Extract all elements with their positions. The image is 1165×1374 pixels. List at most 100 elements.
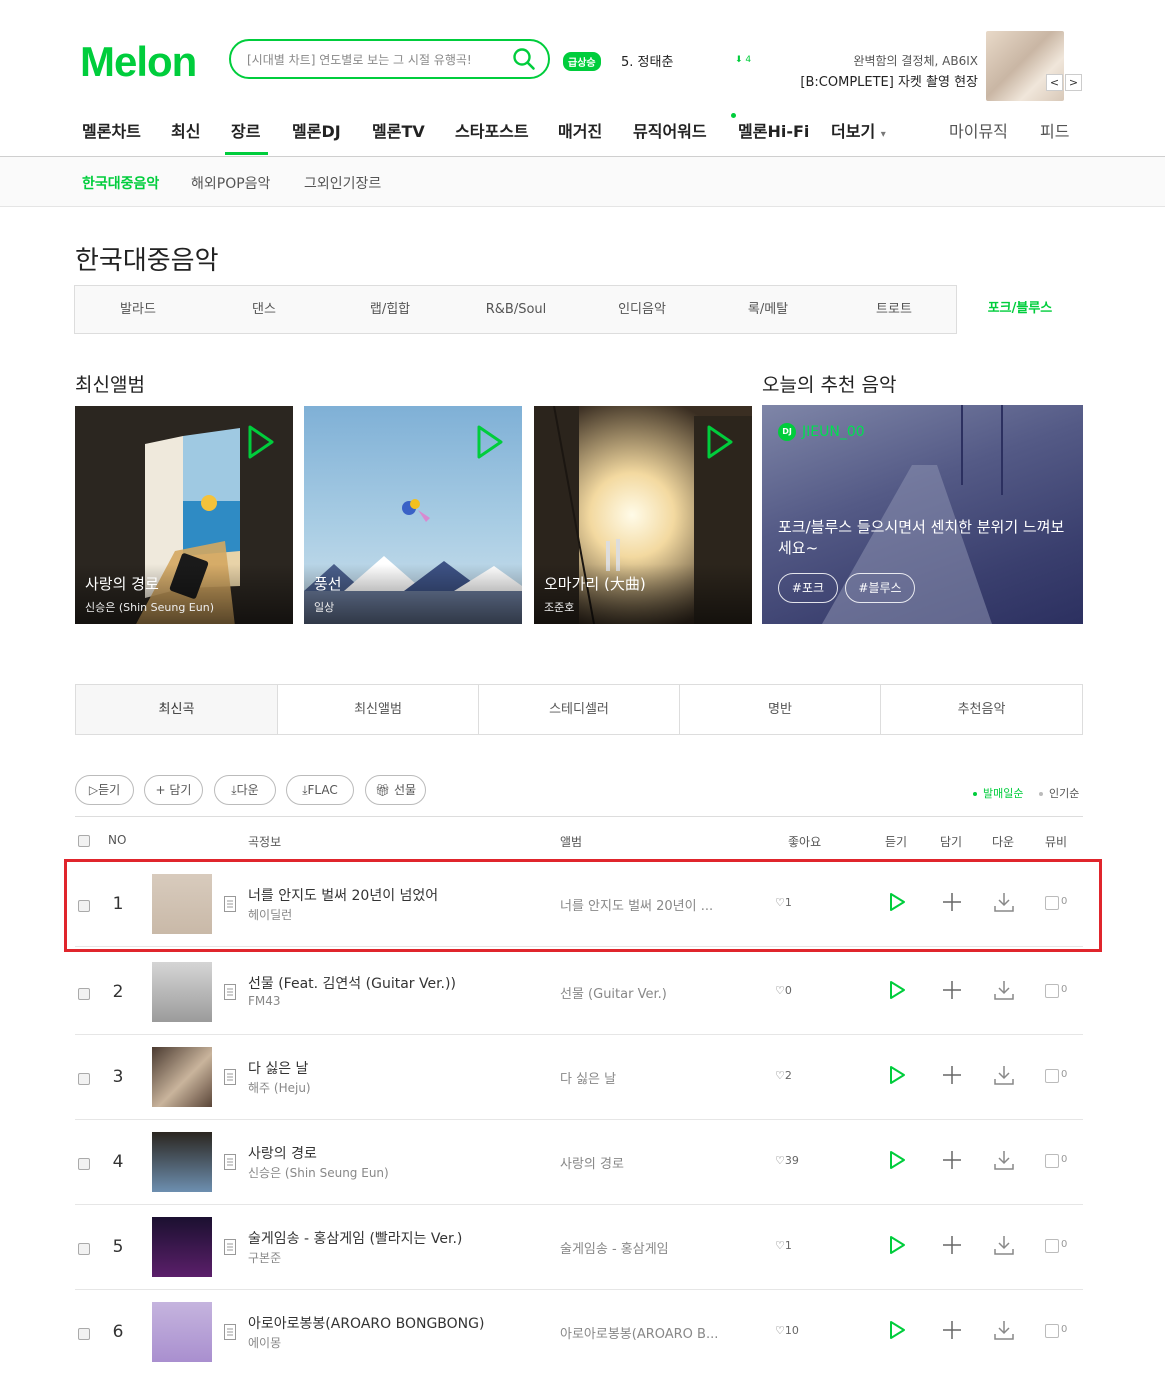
row-checkbox[interactable] [78,1243,90,1255]
album-title[interactable]: 오마가리 (大曲) [544,573,646,594]
like-button[interactable]: ♡10 [775,1324,799,1337]
tab-recommended[interactable]: 추천음악 [880,685,1082,734]
song-info-icon[interactable] [224,984,236,1000]
song-info-icon[interactable] [224,1069,236,1085]
download-icon[interactable] [993,1064,1015,1086]
nav-more[interactable]: 더보기 ▾ [831,118,886,142]
like-button[interactable]: ♡39 [775,1154,799,1167]
plus-icon[interactable] [941,979,963,1001]
row-checkbox[interactable] [78,988,90,1000]
like-button[interactable]: ♡0 [775,984,792,997]
song-album[interactable]: 선물 (Guitar Ver.) [560,983,667,1002]
nav-melon-hifi[interactable]: 멜론Hi-Fi [738,118,809,142]
tab-indie[interactable]: 인디음악 [579,286,705,333]
song-info-icon[interactable] [224,1324,236,1340]
recommend-text[interactable]: 포크/블루스 들으시면서 센치한 분위기 느껴보세요~ [778,517,1068,559]
album-title[interactable]: 풍선 [314,573,342,594]
dj-name[interactable]: JIEUN_00 [802,424,865,440]
search-icon[interactable] [512,47,536,71]
tab-folk-blues[interactable]: 포크/블루스 [956,285,1083,334]
song-album[interactable]: 사랑의 경로 [560,1153,624,1172]
tab-dance[interactable]: 댄스 [201,286,327,333]
plus-icon[interactable] [941,1064,963,1086]
subnav-foreign-pop[interactable]: 해외POP음악 [191,173,270,193]
mv-icon[interactable] [1045,1154,1059,1168]
album-title[interactable]: 사랑의 경로 [85,573,159,594]
album-artist[interactable]: 조준호 [544,599,574,615]
subnav-other-genres[interactable]: 그외인기장르 [304,173,381,193]
song-album[interactable]: 다 싫은 날 [560,1068,616,1087]
sort-release-date[interactable]: 발매일순 [973,785,1023,801]
nav-music-award[interactable]: 뮤직어워드 [633,118,707,142]
plus-icon[interactable] [941,1234,963,1256]
like-button[interactable]: ♡2 [775,1069,792,1082]
sort-popularity[interactable]: 인기순 [1039,785,1079,801]
album-cover[interactable] [152,962,212,1022]
album-card[interactable]: 풍선 일상 [304,406,522,624]
select-all-checkbox[interactable] [78,835,90,847]
gift-button[interactable]: 🎁︎ 선물 [365,775,426,805]
album-artist[interactable]: 신승은 (Shin Seung Eun) [85,599,214,615]
album-cover[interactable] [152,1217,212,1277]
nav-star-post[interactable]: 스타포스트 [455,118,529,142]
mv-icon[interactable] [1045,984,1059,998]
play-icon[interactable] [886,1234,908,1256]
promo-title[interactable]: [B:COMPLETE] 자켓 촬영 현장 [760,71,978,90]
song-title[interactable]: 사랑의 경로 [248,1143,317,1163]
song-artist[interactable]: 에이몽 [248,1334,281,1351]
song-album[interactable]: 술게임송 - 홍삼게임 [560,1238,669,1257]
row-checkbox[interactable] [78,1158,90,1170]
recommend-card[interactable]: DJ JIEUN_00 포크/블루스 들으시면서 센치한 분위기 느껴보세요~ … [762,405,1083,624]
like-button[interactable]: ♡1 [775,1239,792,1252]
tab-hiphop[interactable]: 랩/힙합 [327,286,453,333]
promo-prev-button[interactable]: < [1046,74,1063,91]
table-row[interactable]: 5 술게임송 - 홍삼게임 (빨라지는 Ver.) 구본준 술게임송 - 홍삼게임 ♡1… [75,1205,1083,1290]
tag-blues[interactable]: #블루스 [845,573,915,603]
plus-icon[interactable] [941,1149,963,1171]
album-cover[interactable] [152,1302,212,1362]
mv-icon[interactable] [1045,1239,1059,1253]
listen-button[interactable]: ▷듣기 [75,775,134,805]
download-icon[interactable] [993,979,1015,1001]
play-icon[interactable] [886,1064,908,1086]
play-icon[interactable] [886,1319,908,1341]
album-cover[interactable] [152,1132,212,1192]
search-input[interactable]: [시대별 차트] 연도별로 보는 그 시절 유행곡! [229,39,550,79]
nav-magazine[interactable]: 매거진 [558,118,602,142]
table-row[interactable]: 4 사랑의 경로 신승은 (Shin Seung Eun) 사랑의 경로 ♡39 0 [75,1120,1083,1205]
nav-my-music[interactable]: 마이뮤직 [949,118,1008,142]
song-title[interactable]: 술게임송 - 홍삼게임 (빨라지는 Ver.) [248,1228,462,1248]
song-album[interactable]: 아로아로봉봉(AROARO B... [560,1323,718,1342]
tab-masterpiece[interactable]: 명반 [679,685,880,734]
song-info-icon[interactable] [224,1154,236,1170]
album-artist[interactable]: 일상 [314,599,334,615]
download-button[interactable]: ⤓다운 [214,775,276,805]
nav-genre[interactable]: 장르 [231,118,260,142]
album-card[interactable]: 오마가리 (大曲) 조준호 [534,406,752,624]
nav-melon-dj[interactable]: 멜론DJ [292,118,341,142]
album-cover[interactable] [152,1047,212,1107]
tag-folk[interactable]: #포크 [778,573,838,603]
play-icon[interactable] [706,424,734,460]
table-row[interactable]: 6 아로아로봉봉(AROARO BONGBONG) 에이몽 아로아로봉봉(AROARO… [75,1290,1083,1374]
album-card[interactable]: 사랑의 경로 신승은 (Shin Seung Eun) [75,406,293,624]
table-row[interactable]: 2 선물 (Feat. 김연석 (Guitar Ver.)) FM43 선물 (Gui… [75,950,1083,1035]
download-icon[interactable] [993,1234,1015,1256]
tab-latest-songs[interactable]: 최신곡 [76,685,277,734]
tab-ballad[interactable]: 발라드 [75,286,201,333]
promo-next-button[interactable]: > [1065,74,1082,91]
nav-melon-tv[interactable]: 멜론TV [372,118,425,142]
plus-icon[interactable] [941,1319,963,1341]
promo-subtitle[interactable]: 완벽함의 결정체, AB6IX [760,52,978,69]
song-title[interactable]: 선물 (Feat. 김연석 (Guitar Ver.)) [248,973,456,993]
play-icon[interactable] [247,424,275,460]
row-checkbox[interactable] [78,1328,90,1340]
download-icon[interactable] [993,1319,1015,1341]
tab-rock-metal[interactable]: 록/메탈 [705,286,831,333]
add-button[interactable]: + 담기 [144,775,203,805]
row-checkbox[interactable] [78,1073,90,1085]
play-icon[interactable] [476,424,504,460]
play-icon[interactable] [886,1149,908,1171]
tab-trot[interactable]: 트로트 [831,286,957,333]
mv-icon[interactable] [1045,1324,1059,1338]
